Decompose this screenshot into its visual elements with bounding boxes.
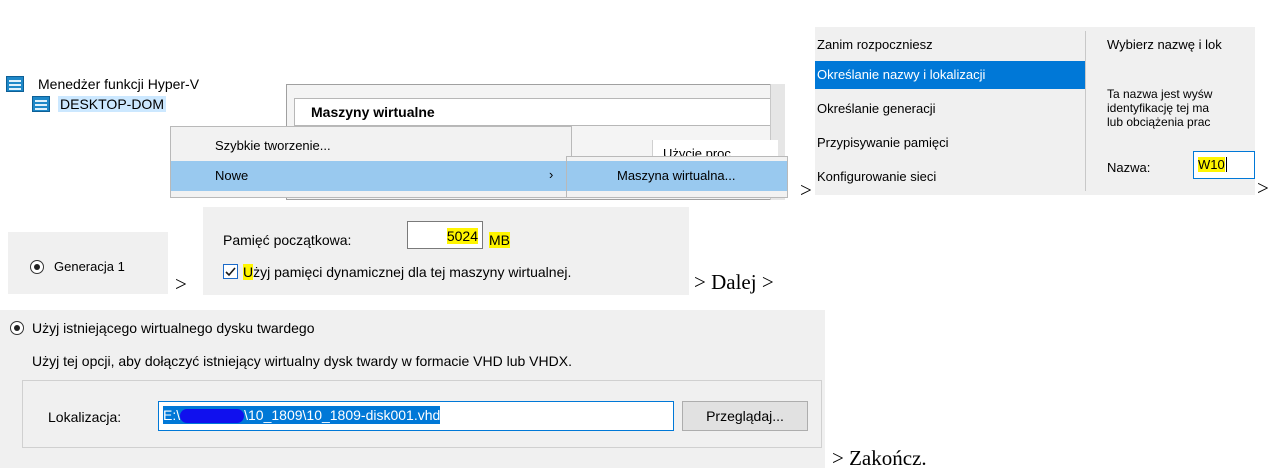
wizard-divider	[1085, 31, 1086, 191]
dynamic-memory-checkbox[interactable]	[223, 264, 238, 279]
flow-arrow-3: >	[175, 272, 187, 296]
name-input[interactable]: W10	[1193, 151, 1255, 179]
startup-memory-label: Pamięć początkowa:	[223, 232, 352, 248]
wizard-right-title: Wybierz nazwę i lok	[1107, 37, 1222, 52]
location-input[interactable]: E:\ \10_1809\10_1809-disk001.vhd	[158, 401, 674, 431]
vm-panel-title: Maszyny wirtualne	[294, 98, 772, 126]
menu-item-quick-create[interactable]: Szybkie tworzenie...	[171, 131, 571, 161]
wizard-step-before-you-begin[interactable]: Zanim rozpoczniesz	[815, 31, 1085, 59]
menu-item-new[interactable]: Nowe ›	[171, 161, 571, 191]
startup-memory-value: 5024	[446, 228, 478, 244]
dynamic-memory-label-first: U	[243, 264, 254, 280]
dynamic-memory-label-rest: żyj pamięci dynamicznej dla tej maszyny …	[253, 264, 572, 280]
wizard-desc-line-1: Ta nazwa jest wyśw	[1107, 87, 1213, 101]
flow-arrow-2: >	[1257, 176, 1269, 200]
menu-item-new-label: Nowe	[215, 168, 249, 183]
location-input-selection: E:\ \10_1809\10_1809-disk001.vhd	[163, 406, 441, 425]
use-existing-disk-radio[interactable]	[10, 321, 24, 335]
tree-root-label[interactable]: Menedżer funkcji Hyper-V	[38, 76, 199, 92]
menu-item-virtual-machine[interactable]: Maszyna wirtualna...	[567, 161, 787, 191]
server-icon	[32, 96, 50, 112]
generation-panel: Generacja 1	[8, 232, 168, 294]
wizard-step-generation[interactable]: Określanie generacji	[815, 95, 1085, 123]
tree-host-item[interactable]: DESKTOP-DOM	[58, 96, 166, 112]
wizard-step-name-location[interactable]: Określanie nazwy i lokalizacji	[815, 61, 1085, 89]
checkmark-icon	[225, 267, 236, 277]
hyperv-manager-panel: Menedżer funkcji Hyper-V DESKTOP-DOM Mas…	[0, 72, 790, 200]
dynamic-memory-label: Użyj pamięci dynamicznej dla tej maszyny…	[243, 264, 571, 280]
wizard-name-panel: Zanim rozpoczniesz Określanie nazwy i lo…	[815, 27, 1255, 195]
generation-1-label: Generacja 1	[54, 259, 125, 274]
text-cursor	[1225, 157, 1227, 172]
wizard-desc-line-2: identyfikację tej ma	[1107, 101, 1210, 115]
location-rest: \10_1809\10_1809-disk001.vhd	[244, 407, 441, 423]
disk-panel: Użyj istniejącego wirtualnego dysku twar…	[0, 310, 825, 468]
name-input-value: W10	[1198, 157, 1225, 172]
use-existing-disk-desc: Użyj tej opcji, aby dołączyć istniejący …	[32, 353, 572, 369]
flow-arrow-1: >	[800, 178, 812, 202]
wizard-step-network[interactable]: Konfigurowanie sieci	[815, 163, 1085, 191]
memory-panel: Pamięć początkowa: 5024 MB Użyj pamięci …	[203, 207, 689, 295]
flow-finish: > Zakończ.	[832, 446, 927, 470]
redacted-path-segment	[180, 409, 245, 424]
submenu-new: Maszyna wirtualna...	[566, 156, 788, 198]
wizard-desc-line-3: lub obciążenia prac	[1107, 115, 1211, 129]
location-prefix: E:\	[163, 407, 181, 423]
hyperv-manager-icon	[6, 76, 24, 92]
browse-button[interactable]: Przeglądaj...	[682, 401, 808, 431]
use-existing-disk-label: Użyj istniejącego wirtualnego dysku twar…	[32, 320, 315, 336]
generation-1-radio[interactable]	[30, 260, 44, 274]
memory-unit: MB	[489, 232, 510, 248]
context-menu: Szybkie tworzenie... Nowe ›	[170, 126, 572, 198]
name-label: Nazwa:	[1107, 160, 1151, 175]
submenu-arrow-icon: ›	[549, 167, 554, 182]
wizard-step-memory[interactable]: Przypisywanie pamięci	[815, 129, 1085, 157]
startup-memory-input[interactable]: 5024	[407, 221, 483, 249]
flow-next: > Dalej >	[694, 270, 774, 294]
location-label: Lokalizacja:	[48, 409, 122, 425]
